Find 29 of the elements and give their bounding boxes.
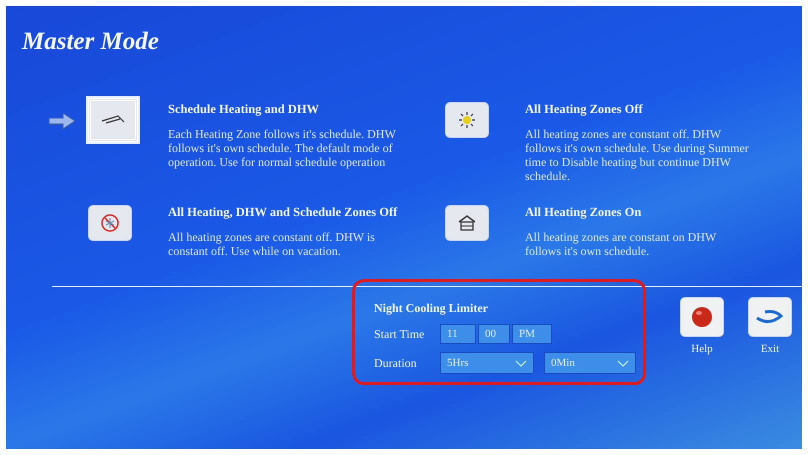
mode-description: All heating zones are constant on DHW follows it's own schedule. xyxy=(525,230,718,258)
minute-field[interactable]: 00 xyxy=(478,324,510,344)
mode-button[interactable] xyxy=(445,102,489,138)
button-label: Exit xyxy=(760,343,780,355)
field-label: Start Time xyxy=(374,326,426,342)
help-button[interactable] xyxy=(680,297,724,337)
mode-title: All Heating Zones On xyxy=(525,205,642,220)
mode-title: All Heating, DHW and Schedule Zones Off xyxy=(168,205,398,220)
mode-description: All heating zones are constant off. DHW follows it's own schedule. Use during Summer time to Disable heating but continue DHW schedule. xyxy=(525,127,750,183)
hour-field[interactable]: 11 xyxy=(440,324,476,344)
mode-title: All Heating Zones Off xyxy=(525,102,644,117)
minutes-dropdown[interactable]: 0Min xyxy=(544,352,636,374)
page-title: Master Mode xyxy=(22,28,159,56)
mode-title: Schedule Heating and DHW xyxy=(168,102,320,117)
button-label: Help xyxy=(691,343,713,355)
chevron-down-icon xyxy=(617,360,629,366)
mode-button[interactable] xyxy=(445,205,489,241)
mode-description: All heating zones are constant off. DHW is constant off. Use while on vacation. xyxy=(168,230,376,258)
hours-dropdown[interactable]: 5Hrs xyxy=(440,352,534,374)
exit-button[interactable] xyxy=(748,297,792,337)
chevron-down-icon xyxy=(515,360,527,366)
period-field[interactable]: PM xyxy=(512,324,552,344)
mode-description: Each Heating Zone follows it's schedule. DHW follows it's own schedule. The default mode of operation. Use for normal schedule operation xyxy=(168,127,397,169)
field-label: Duration xyxy=(374,356,418,370)
sun-icon xyxy=(458,111,476,129)
section-title: Night Cooling Limiter xyxy=(374,301,489,316)
house-icon xyxy=(457,214,477,232)
ball-icon xyxy=(690,305,714,329)
prohibited-icon xyxy=(100,213,120,233)
